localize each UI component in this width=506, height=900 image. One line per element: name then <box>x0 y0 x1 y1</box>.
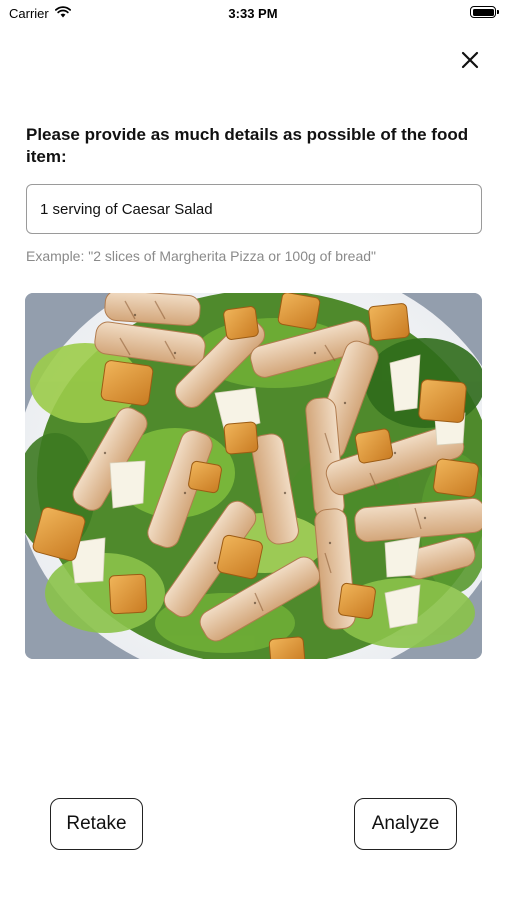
retake-button[interactable]: Retake <box>50 798 143 850</box>
analyze-button[interactable]: Analyze <box>354 798 457 850</box>
close-icon <box>460 50 480 75</box>
food-description-input[interactable] <box>26 184 482 234</box>
prompt-label: Please provide as much details as possib… <box>26 125 469 166</box>
close-button[interactable] <box>456 48 484 76</box>
status-bar: Carrier 3:33 PM <box>0 0 506 28</box>
example-hint: Example: "2 slices of Margherita Pizza o… <box>26 248 376 264</box>
battery-icon <box>470 6 499 18</box>
food-photo <box>25 293 482 659</box>
status-time: 3:33 PM <box>228 6 278 21</box>
